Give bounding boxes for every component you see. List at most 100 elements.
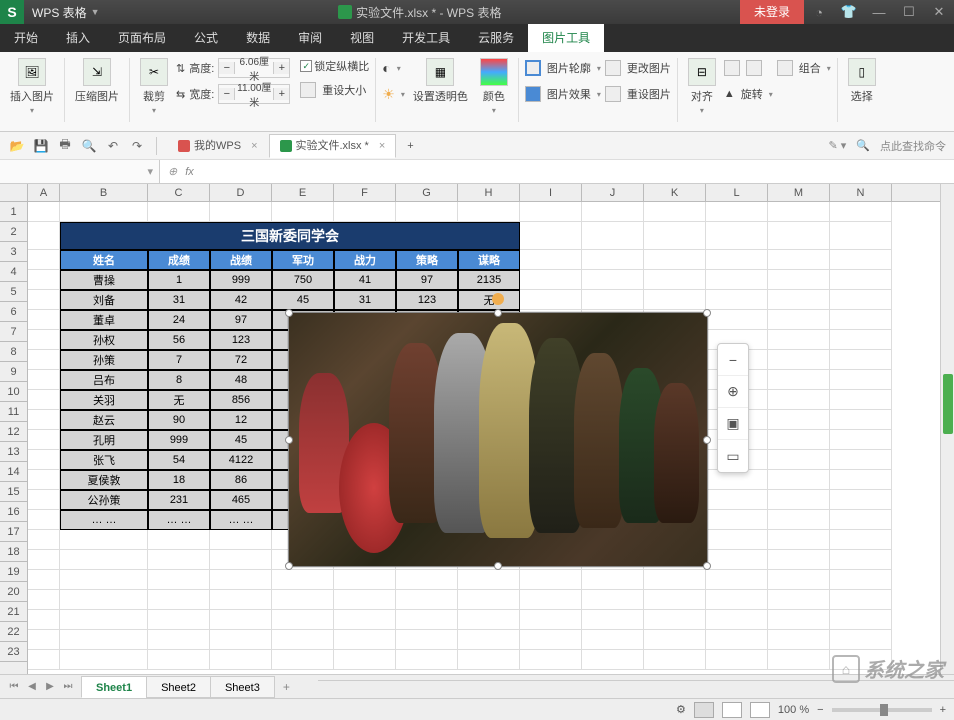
menu-tab-9[interactable]: 图片工具 (528, 24, 604, 52)
cell-M10[interactable] (768, 390, 830, 410)
cell-L16[interactable] (706, 510, 768, 530)
cell-B6[interactable]: 董卓 (60, 310, 148, 330)
cell-G1[interactable] (396, 202, 458, 222)
cell-B2[interactable]: 三国新委同学会 (60, 222, 520, 250)
cell-L6[interactable] (706, 310, 768, 330)
cell-C3[interactable]: 成绩 (148, 250, 210, 270)
cell-B16[interactable]: … … (60, 510, 148, 530)
row-header-7[interactable]: 7 (0, 322, 27, 342)
redo-icon[interactable]: ↷ (128, 137, 146, 155)
cell-E23[interactable] (272, 650, 334, 670)
view-normal-button[interactable] (694, 702, 714, 718)
cell-B12[interactable]: 孔明 (60, 430, 148, 450)
cell-N1[interactable] (830, 202, 892, 222)
cell-C21[interactable] (148, 610, 210, 630)
height-input[interactable]: − 6.06厘米 + (218, 58, 290, 78)
cell-G4[interactable]: 97 (396, 270, 458, 290)
cell-D23[interactable] (210, 650, 272, 670)
row-header-6[interactable]: 6 (0, 302, 27, 322)
cell-D4[interactable]: 999 (210, 270, 272, 290)
cell-D15[interactable]: 465 (210, 490, 272, 510)
layer-icons[interactable] (724, 56, 773, 80)
cell-A14[interactable] (28, 470, 60, 490)
cell-H5[interactable]: 无 (458, 290, 520, 310)
cell-B23[interactable] (60, 650, 148, 670)
cell-J3[interactable] (582, 250, 644, 270)
cell-F22[interactable] (334, 630, 396, 650)
width-input[interactable]: − 11.00厘米 + (218, 84, 290, 104)
cell-F23[interactable] (334, 650, 396, 670)
zoom-in-button[interactable]: + (940, 704, 946, 716)
cell-B17[interactable] (60, 530, 148, 550)
cell-N3[interactable] (830, 250, 892, 270)
cell-M4[interactable] (768, 270, 830, 290)
outline-button[interactable]: 图片轮廓▾ (525, 56, 601, 80)
cell-B19[interactable] (60, 570, 148, 590)
resize-handle-tm[interactable] (494, 309, 502, 317)
cell-I1[interactable] (520, 202, 582, 222)
cell-I2[interactable] (520, 222, 582, 250)
cell-B10[interactable]: 关羽 (60, 390, 148, 410)
cell-B21[interactable] (60, 610, 148, 630)
row-header-23[interactable]: 23 (0, 642, 27, 662)
cells-area[interactable]: 三国新委同学会姓名成绩战绩军功战力策略谋略曹操199975041972135刘备… (28, 202, 954, 674)
cell-C15[interactable]: 231 (148, 490, 210, 510)
cell-I19[interactable] (520, 570, 582, 590)
cell-D20[interactable] (210, 590, 272, 610)
float-tool-zoom[interactable]: ⊕ (718, 376, 748, 408)
cell-C1[interactable] (148, 202, 210, 222)
row-header-5[interactable]: 5 (0, 282, 27, 302)
cell-L19[interactable] (706, 570, 768, 590)
crop-button[interactable]: ✂ 裁剪 ▾ (136, 56, 172, 117)
cell-J21[interactable] (582, 610, 644, 630)
cell-B18[interactable] (60, 550, 148, 570)
cell-C12[interactable]: 999 (148, 430, 210, 450)
cell-G20[interactable] (396, 590, 458, 610)
cell-L18[interactable] (706, 550, 768, 570)
column-header-K[interactable]: K (644, 184, 706, 201)
column-header-B[interactable]: B (60, 184, 148, 201)
settings-icon[interactable]: ⚙ (676, 703, 686, 716)
cell-H19[interactable] (458, 570, 520, 590)
cell-G21[interactable] (396, 610, 458, 630)
cell-C6[interactable]: 24 (148, 310, 210, 330)
cell-J20[interactable] (582, 590, 644, 610)
cell-L21[interactable] (706, 610, 768, 630)
cell-D16[interactable]: … … (210, 510, 272, 530)
cell-C4[interactable]: 1 (148, 270, 210, 290)
cell-D6[interactable]: 97 (210, 310, 272, 330)
cell-K4[interactable] (644, 270, 706, 290)
cell-M16[interactable] (768, 510, 830, 530)
cell-C23[interactable] (148, 650, 210, 670)
cell-M17[interactable] (768, 530, 830, 550)
cell-F4[interactable]: 41 (334, 270, 396, 290)
feedback-icon[interactable]: ✎ ▾ (829, 139, 847, 152)
cell-A15[interactable] (28, 490, 60, 510)
cell-E20[interactable] (272, 590, 334, 610)
cell-E3[interactable]: 军功 (272, 250, 334, 270)
cell-J22[interactable] (582, 630, 644, 650)
select-all-corner[interactable] (0, 184, 28, 201)
cell-C11[interactable]: 90 (148, 410, 210, 430)
lock-ratio-checkbox[interactable]: ✓ 锁定纵横比 (300, 56, 369, 76)
vertical-scrollbar[interactable] (940, 184, 954, 674)
cell-E21[interactable] (272, 610, 334, 630)
cell-N18[interactable] (830, 550, 892, 570)
skin-icon[interactable]: 👕 (834, 0, 864, 24)
cell-M5[interactable] (768, 290, 830, 310)
cell-D21[interactable] (210, 610, 272, 630)
cell-D8[interactable]: 72 (210, 350, 272, 370)
cell-M13[interactable] (768, 450, 830, 470)
cell-N6[interactable] (830, 310, 892, 330)
cell-A13[interactable] (28, 450, 60, 470)
login-button[interactable]: 未登录 (740, 0, 804, 24)
cell-C19[interactable] (148, 570, 210, 590)
row-header-4[interactable]: 4 (0, 262, 27, 282)
cell-A5[interactable] (28, 290, 60, 310)
cell-M3[interactable] (768, 250, 830, 270)
column-header-N[interactable]: N (830, 184, 892, 201)
cell-N14[interactable] (830, 470, 892, 490)
cell-I20[interactable] (520, 590, 582, 610)
fx-button[interactable]: fx (185, 166, 194, 178)
cell-D3[interactable]: 战绩 (210, 250, 272, 270)
